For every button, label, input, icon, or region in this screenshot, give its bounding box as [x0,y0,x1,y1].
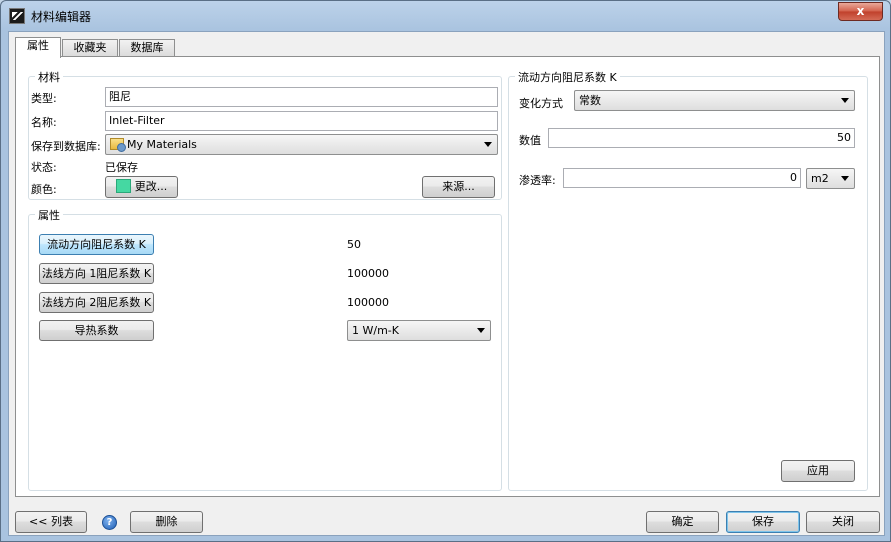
properties-tab-panel: 材料 类型: 阻尼 名称: Inlet-Filter 保存到数据库: My Ma… [15,56,880,497]
database-folder-icon [110,138,126,152]
properties-group-title: 属性 [35,207,63,223]
color-label: 颜色: [31,183,57,196]
chevron-down-icon [841,98,849,103]
variation-value: 常数 [579,94,601,107]
status-value: 已保存 [105,161,138,174]
save-button[interactable]: 保存 [726,511,800,533]
normal-1-damping-k-button[interactable]: 法线方向 1阻尼系数 K [39,263,154,284]
database-combo[interactable]: My Materials [105,134,498,155]
back-to-list-button[interactable]: << 列表 [15,511,87,533]
thermal-conductivity-combo[interactable]: 1 W/m-K [347,320,491,341]
numeric-value-field[interactable]: 50 [548,128,855,148]
chevron-down-icon [484,142,492,147]
normal-2-damping-k-value: 100000 [347,296,389,309]
variation-combo[interactable]: 常数 [574,90,855,111]
window-title: 材料编辑器 [31,10,92,24]
title-bar[interactable]: 材料编辑器 x [1,1,890,31]
tab-favorites[interactable]: 收藏夹 [62,39,118,57]
ok-button[interactable]: 确定 [646,511,719,533]
flow-damping-detail-group: 流动方向阻尼系数 K 变化方式 常数 数值 50 渗透率: 0 m2 应用 [508,69,868,491]
change-color-label: 更改... [134,180,168,193]
close-button[interactable]: 关闭 [806,511,880,533]
permeability-unit-combo[interactable]: m2 [806,168,855,189]
name-label: 名称: [31,116,57,129]
variation-label: 变化方式 [519,97,563,110]
dialog-client-area: 属性 收藏夹 数据库 材料 类型: 阻尼 名称: Inlet-Filter 保存… [8,31,885,536]
flow-damping-k-value: 50 [347,238,361,251]
chevron-down-icon [477,328,485,333]
color-swatch [115,179,131,193]
delete-button[interactable]: 删除 [130,511,203,533]
database-label: 保存到数据库: [31,140,101,153]
permeability-label: 渗透率: [519,174,556,187]
properties-group: 属性 流动方向阻尼系数 K 50 法线方向 1阻尼系数 K 100000 法线方… [28,207,502,491]
window-close-button[interactable]: x [838,2,883,21]
status-label: 状态: [31,161,57,174]
numeric-value-label: 数值 [519,134,541,147]
chevron-down-icon [841,176,849,181]
help-icon[interactable]: ? [102,515,117,530]
material-editor-window: 材料编辑器 x 属性 收藏夹 数据库 材料 类型: 阻尼 名称: Inlet-F… [0,0,891,542]
detail-group-title: 流动方向阻尼系数 K [515,69,620,85]
permeability-unit-value: m2 [811,172,829,185]
normal-1-damping-k-value: 100000 [347,267,389,280]
type-label: 类型: [31,92,57,105]
source-button[interactable]: 来源... [422,176,495,198]
database-combo-value: My Materials [127,138,197,151]
permeability-field[interactable]: 0 [563,168,801,188]
tab-database[interactable]: 数据库 [119,39,175,57]
material-group-title: 材料 [35,69,63,85]
name-field[interactable]: Inlet-Filter [105,111,498,131]
type-field[interactable]: 阻尼 [105,87,498,107]
thermal-conductivity-button[interactable]: 导热系数 [39,320,154,341]
normal-2-damping-k-button[interactable]: 法线方向 2阻尼系数 K [39,292,154,313]
change-color-button[interactable]: 更改... [105,176,178,198]
material-group: 材料 类型: 阻尼 名称: Inlet-Filter 保存到数据库: My Ma… [28,69,502,200]
tab-properties[interactable]: 属性 [15,37,61,58]
app-icon [9,8,25,24]
flow-damping-k-button[interactable]: 流动方向阻尼系数 K [39,234,154,255]
thermal-conductivity-value: 1 W/m-K [352,324,399,337]
apply-button[interactable]: 应用 [781,460,855,482]
